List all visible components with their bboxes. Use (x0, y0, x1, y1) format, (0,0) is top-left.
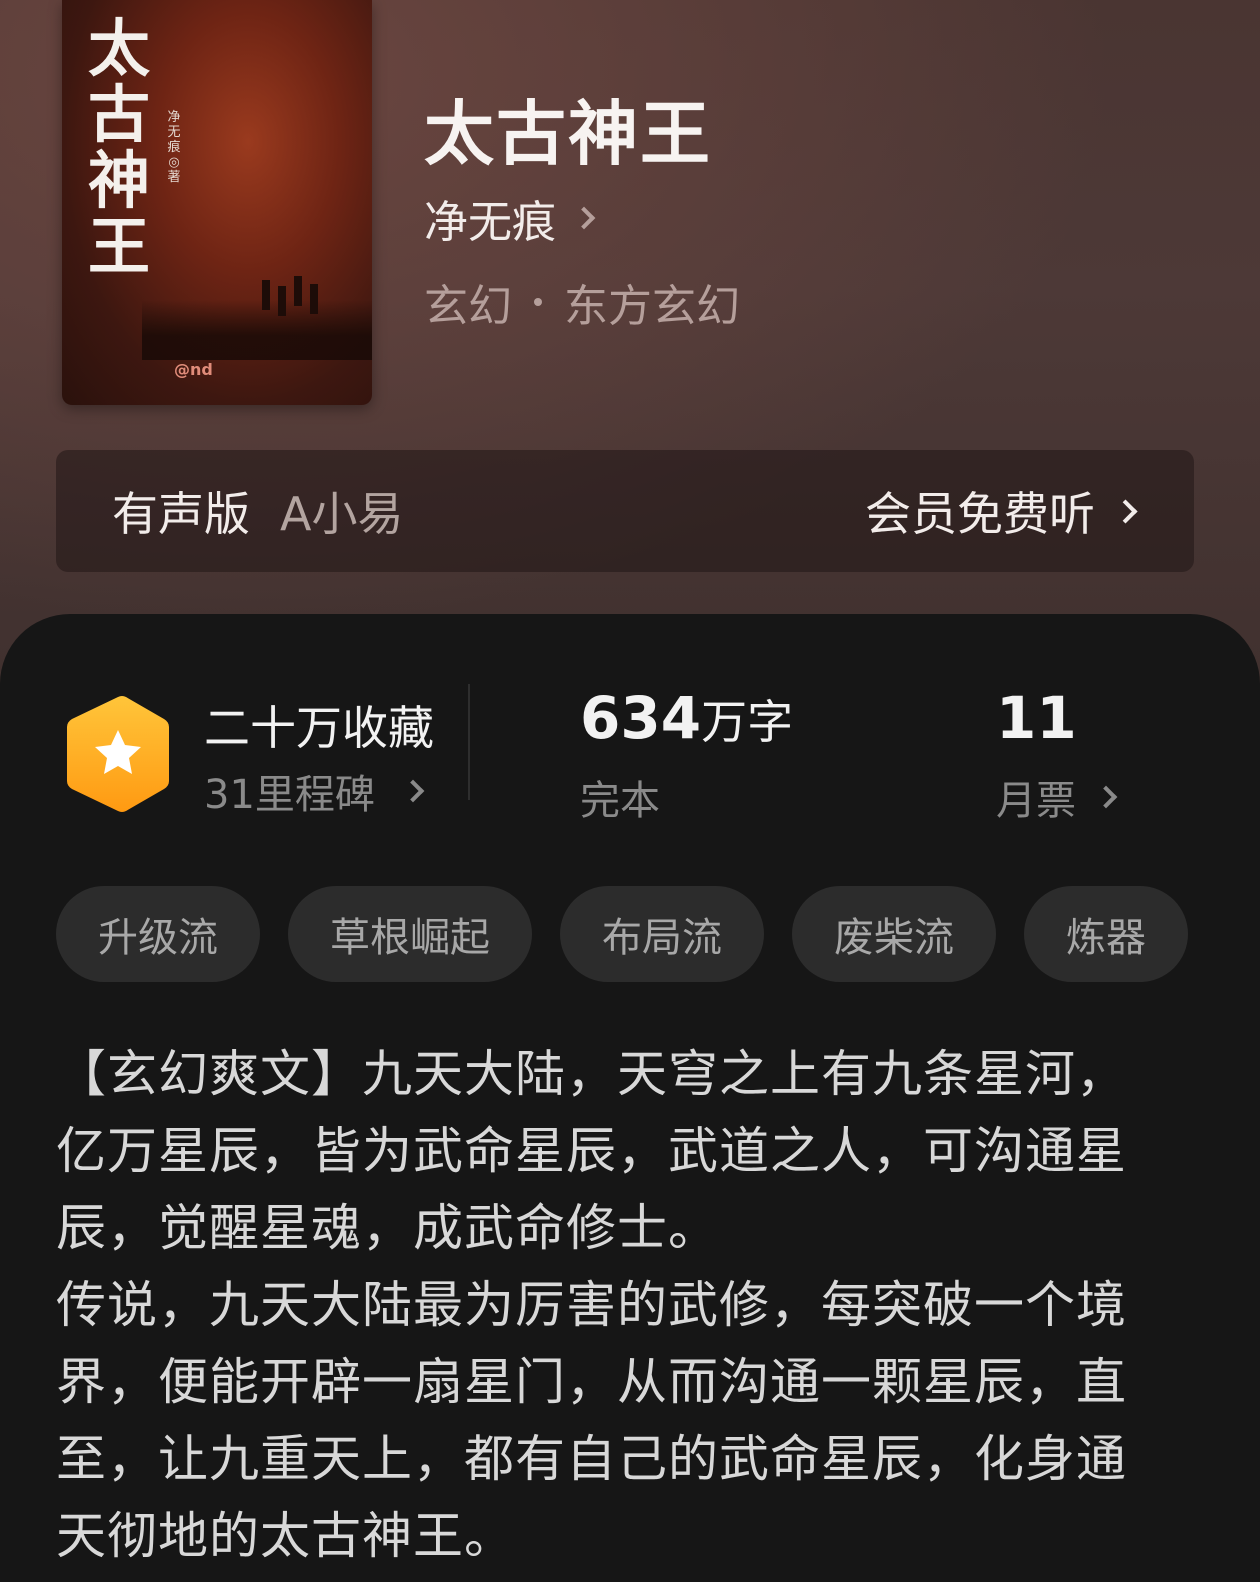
chevron-right-icon (1094, 785, 1118, 809)
author-name: 净无痕 (424, 197, 556, 248)
audio-label: 有声版 (112, 487, 250, 541)
cover-publisher-logo: @nd (174, 360, 213, 379)
tag-list: 升级流 草根崛起 布局流 废柴流 炼器 (56, 886, 1188, 982)
tag-chip[interactable]: 升级流 (56, 886, 260, 982)
tag-chip[interactable]: 布局流 (560, 886, 764, 982)
star-hexagon-icon[interactable] (64, 694, 172, 814)
stats-divider (468, 684, 470, 800)
tag-chip[interactable]: 草根崛起 (288, 886, 532, 982)
book-description[interactable]: 【玄幻爽文】九天大陆，天穹之上有九条星河，亿万星辰，皆为武命星辰，武道之人，可沟… (56, 1036, 1176, 1575)
chevron-right-icon (572, 206, 596, 230)
book-cover[interactable]: 太古神王 净无痕◎著 @nd (62, 0, 372, 405)
favorites-count: 二十万收藏 (204, 701, 434, 755)
chevron-right-icon (1113, 498, 1138, 524)
cover-title: 太古神王 (87, 12, 150, 283)
author-link[interactable]: 净无痕 (424, 186, 596, 250)
genre-subcategory[interactable]: 东方玄幻 (564, 270, 740, 334)
audio-info: 有声版 A小易 (112, 478, 403, 544)
chevron-right-icon (401, 779, 425, 803)
dot-separator-icon (534, 298, 542, 306)
word-count-number: 634 (580, 684, 702, 752)
tag-chip[interactable]: 废柴流 (792, 886, 996, 982)
genre-category[interactable]: 玄幻 (424, 270, 512, 334)
monthly-tickets-count: 11 (996, 684, 1077, 752)
word-count: 634 万字 (580, 684, 793, 752)
cover-illustration (142, 280, 372, 360)
audio-narrator: A小易 (280, 487, 404, 541)
completion-status: 完本 (580, 778, 660, 824)
monthly-tickets-label: 月票 (996, 778, 1076, 824)
monthly-tickets-link[interactable]: 月票 (996, 768, 1118, 826)
genre-breadcrumb: 玄幻 东方玄幻 (424, 270, 740, 334)
milestones-link[interactable]: 31里程碑 (204, 762, 425, 820)
book-title: 太古神王 (424, 93, 712, 175)
tag-chip[interactable]: 炼器 (1024, 886, 1188, 982)
word-count-unit: 万字 (701, 695, 794, 749)
cover-author: 净无痕◎著 (167, 110, 181, 185)
audio-version-bar[interactable]: 有声版 A小易 会员免费听 (56, 450, 1194, 572)
free-listen-label: 会员免费听 (865, 487, 1095, 541)
milestones-label: 31里程碑 (204, 772, 375, 818)
free-listen-button[interactable]: 会员免费听 (865, 478, 1138, 544)
